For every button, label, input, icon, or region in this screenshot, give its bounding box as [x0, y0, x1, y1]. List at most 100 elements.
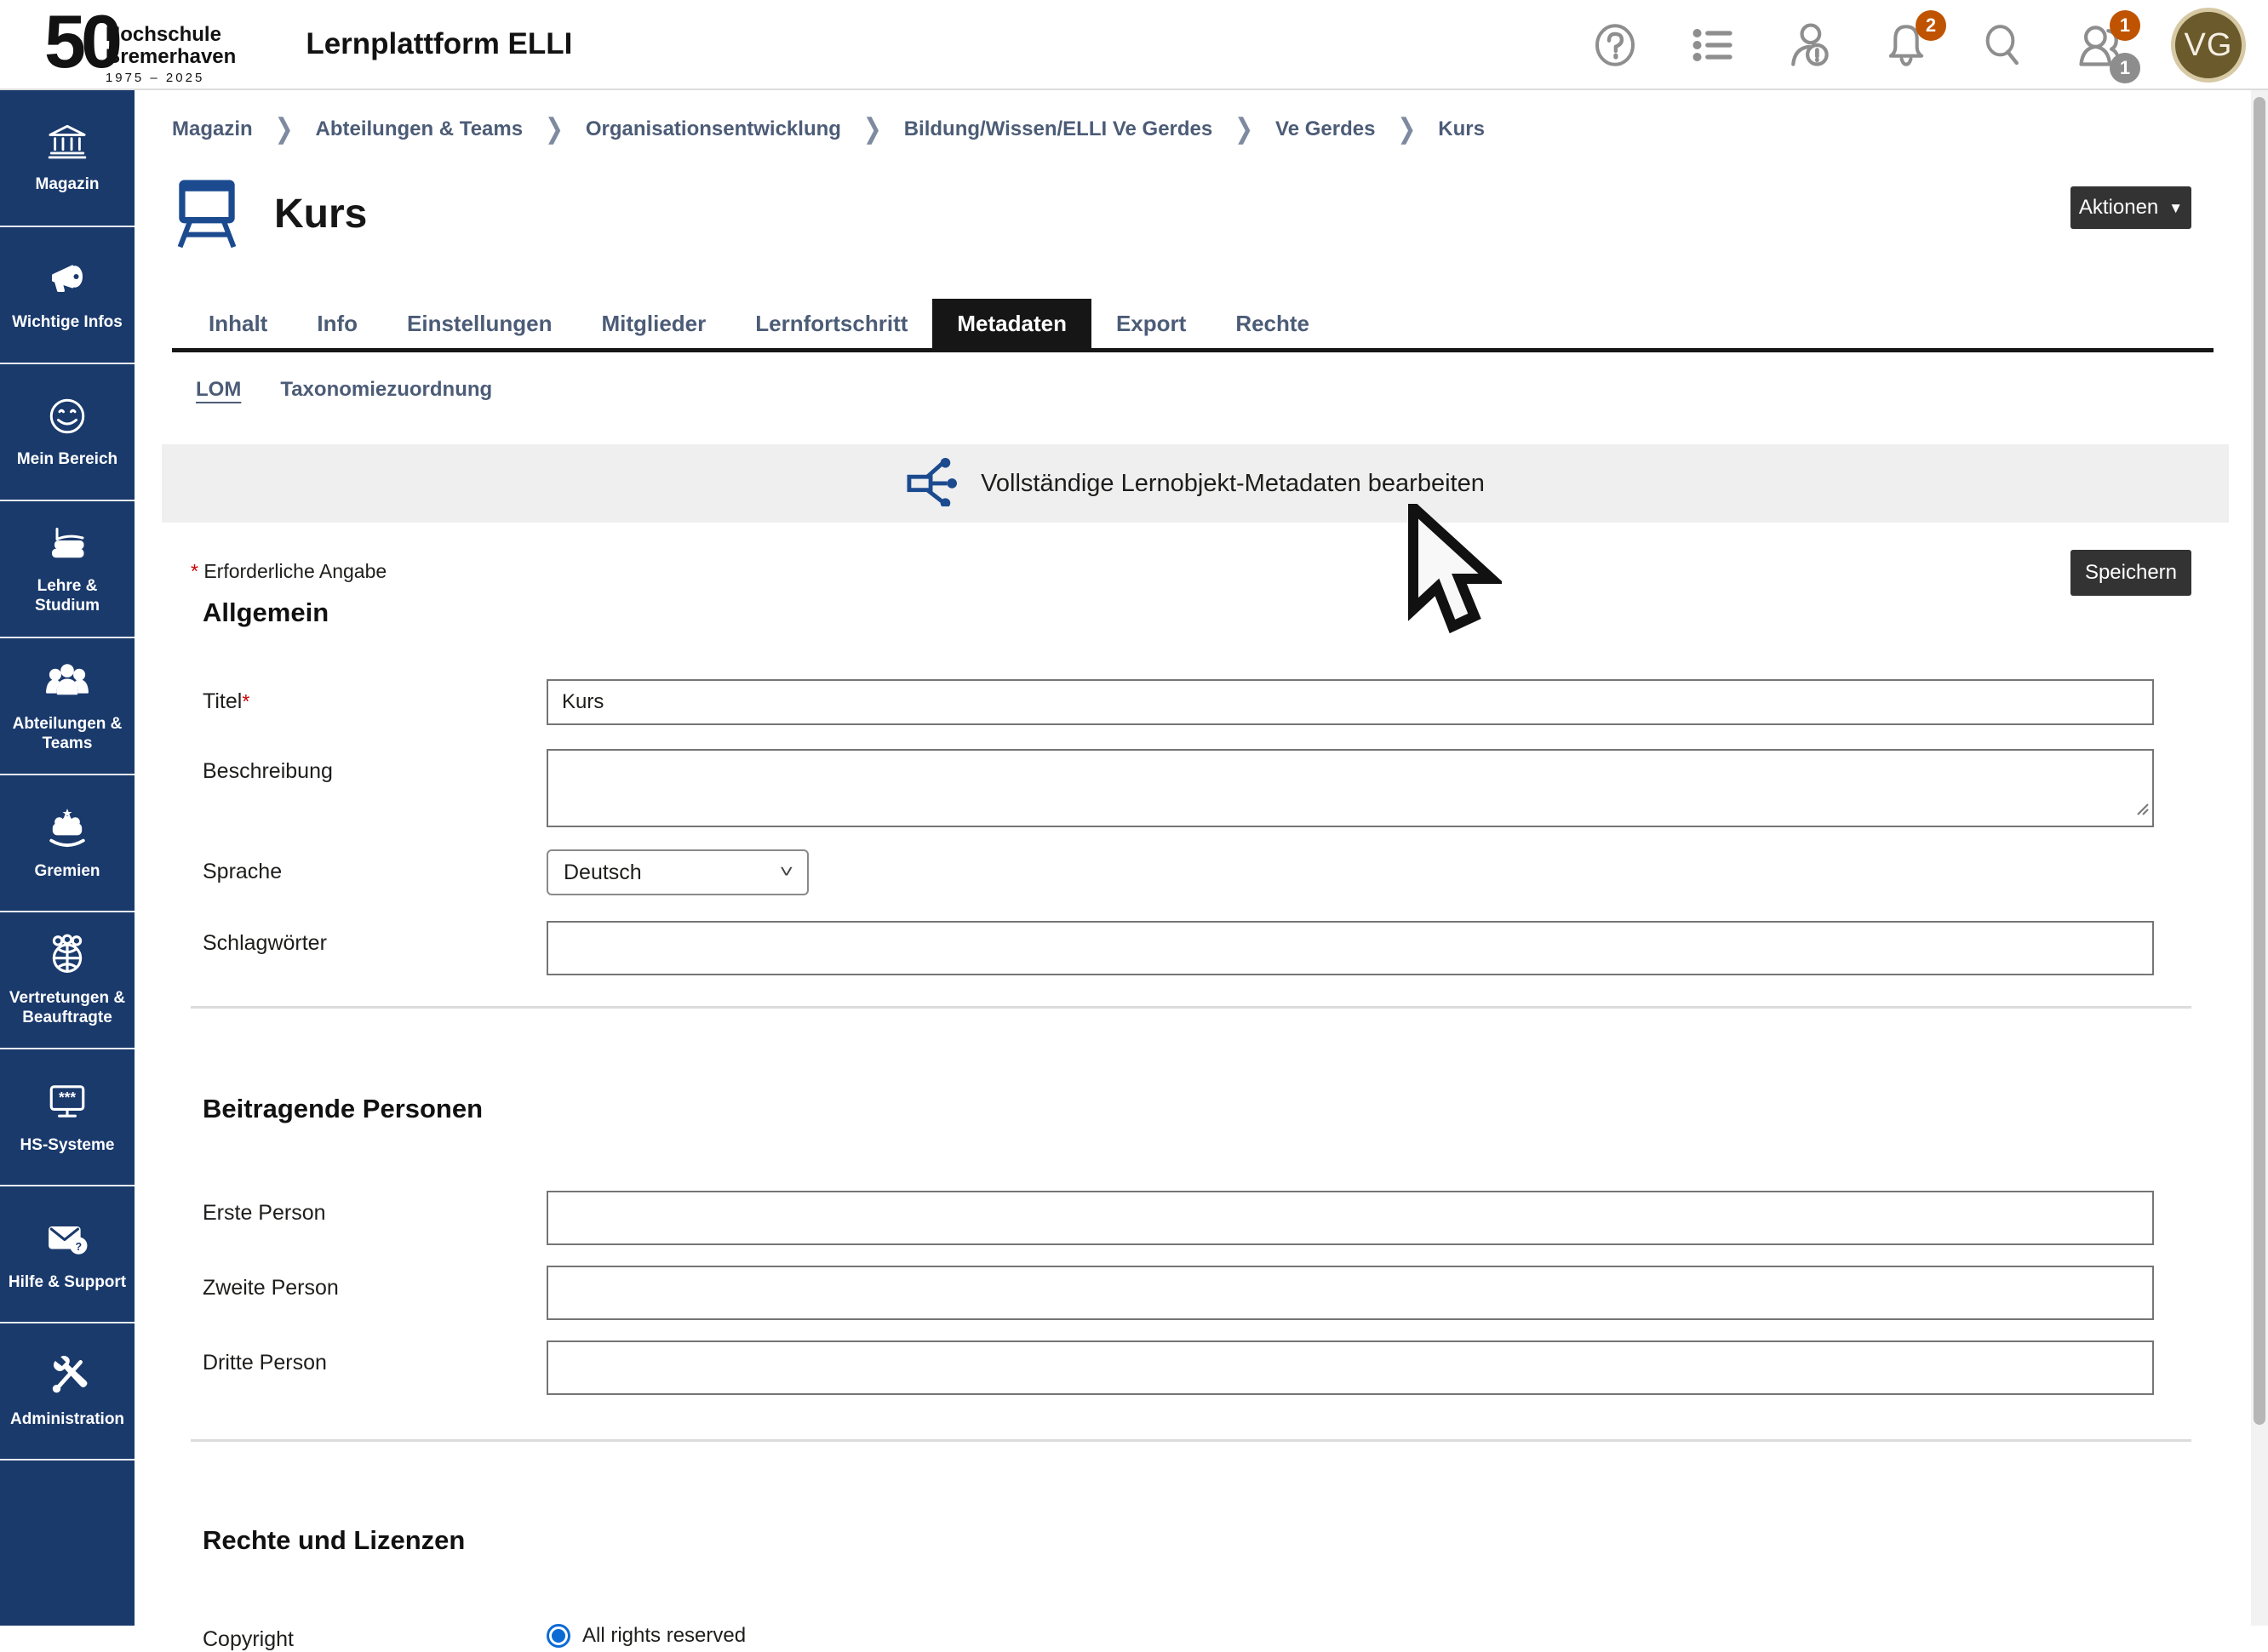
breadcrumb-item[interactable]: Magazin	[172, 117, 253, 141]
breadcrumb-item[interactable]: Ve Gerdes	[1275, 117, 1375, 141]
sidebar-item-label: Magazin	[36, 174, 100, 194]
people-group-icon	[46, 659, 89, 706]
committee-hand-icon	[46, 806, 89, 853]
breadcrumb-item-current[interactable]: Kurs	[1438, 117, 1485, 141]
actions-button[interactable]: Aktionen ▼	[2070, 186, 2191, 229]
beschreibung-textarea[interactable]	[547, 749, 2154, 827]
titel-input[interactable]	[547, 679, 2154, 725]
section-heading-rechte: Rechte und Lizenzen	[203, 1525, 2214, 1556]
sidebar-item-gremien[interactable]: Gremien	[0, 775, 135, 912]
list-icon[interactable]	[1686, 19, 1738, 71]
monitor-password-icon: ***	[46, 1080, 89, 1127]
breadcrumb-item[interactable]: Organisationsentwicklung	[586, 117, 841, 141]
chevron-right-icon: ❯	[1234, 112, 1253, 146]
erste-person-label: Erste Person	[203, 1191, 547, 1245]
sidebar-item-administration[interactable]: Administration	[0, 1323, 135, 1461]
megaphone-icon	[47, 259, 88, 304]
form-row-dritte-person: Dritte Person	[203, 1340, 2154, 1395]
erste-person-input[interactable]	[547, 1191, 2154, 1245]
tab-metadaten[interactable]: Metadaten	[932, 299, 1091, 348]
user-avatar[interactable]: VG	[2171, 8, 2246, 83]
notifications-bell-icon[interactable]: 2	[1880, 19, 1933, 71]
copyright-radio[interactable]	[547, 1624, 570, 1648]
form-row-zweite-person: Zweite Person	[203, 1266, 2154, 1320]
sidebar-item-magazin[interactable]: Magazin	[0, 90, 135, 227]
sidebar-item-vertretungen[interactable]: Vertretungen & Beauftragte	[0, 912, 135, 1049]
edit-full-metadata-label: Vollständige Lernobjekt-Metadaten bearbe…	[981, 470, 1485, 498]
sprache-label: Sprache	[203, 849, 547, 895]
chevron-right-icon: ❯	[275, 112, 294, 146]
help-icon[interactable]	[1589, 19, 1641, 71]
contacts-badge-bottom: 1	[2110, 53, 2140, 83]
form-row-beschreibung: Beschreibung	[203, 749, 2154, 827]
required-note: * Erforderliche Angabe	[191, 560, 387, 583]
tab-info[interactable]: Info	[292, 299, 382, 348]
breadcrumb-item[interactable]: Bildung/Wissen/ELLI Ve Gerdes	[904, 117, 1213, 141]
dritte-person-label: Dritte Person	[203, 1340, 547, 1395]
edit-full-metadata-banner[interactable]: Vollständige Lernobjekt-Metadaten bearbe…	[162, 444, 2229, 523]
tab-einstellungen[interactable]: Einstellungen	[382, 299, 576, 348]
app-title: Lernplattform ELLI	[306, 27, 572, 61]
copyright-option-label: All rights reserved	[582, 1624, 746, 1648]
schlagwoerter-label: Schlagwörter	[203, 921, 547, 975]
required-asterisk: *	[191, 560, 198, 582]
logo-line1: Hochschule	[106, 24, 236, 46]
sidebar-item-lehre-studium[interactable]: Lehre & Studium	[0, 501, 135, 638]
sidebar-item-label: Wichtige Infos	[12, 312, 123, 332]
resize-handle-icon[interactable]	[2134, 801, 2150, 820]
sidebar-item-label: Vertretungen & Beauftragte	[3, 988, 131, 1027]
tab-inhalt[interactable]: Inhalt	[184, 299, 292, 348]
save-button[interactable]: Speichern	[2070, 550, 2191, 596]
svg-text:?: ?	[75, 1241, 82, 1253]
titel-required-asterisk: *	[242, 690, 249, 712]
breadcrumb-item[interactable]: Abteilungen & Teams	[315, 117, 523, 141]
sidebar-item-label: Hilfe & Support	[9, 1272, 126, 1292]
contacts-icon[interactable]: 1 1	[2074, 19, 2127, 71]
page-scrollbar[interactable]	[2251, 90, 2268, 1626]
sidebar-item-wichtige-infos[interactable]: Wichtige Infos	[0, 227, 135, 364]
books-icon	[47, 523, 88, 568]
subtab-bar: LOM Taxonomiezuordnung	[172, 378, 2214, 405]
subtab-lom[interactable]: LOM	[196, 378, 241, 405]
sprache-select[interactable]: Deutsch ˅	[547, 849, 809, 895]
section-heading-allgemein: Allgemein	[203, 597, 2214, 628]
sidebar-item-label: Lehre & Studium	[3, 576, 131, 615]
svg-text:***: ***	[59, 1088, 76, 1105]
chevron-right-icon: ❯	[1397, 112, 1416, 146]
subtab-taxonomiezuordnung[interactable]: Taxonomiezuordnung	[280, 378, 492, 405]
form-row-titel: Titel*	[203, 679, 2154, 725]
zweite-person-input[interactable]	[547, 1266, 2154, 1320]
tab-export[interactable]: Export	[1091, 299, 1211, 348]
chevron-down-icon: ˅	[780, 863, 793, 883]
course-easel-icon	[174, 173, 240, 255]
sidebar-item-hs-systeme[interactable]: *** HS-Systeme	[0, 1049, 135, 1186]
sidebar-item-label: Gremien	[34, 861, 100, 881]
actions-button-label: Aktionen	[2079, 196, 2158, 220]
page-title: Kurs	[274, 191, 367, 237]
tab-rechte[interactable]: Rechte	[1211, 299, 1334, 348]
section-divider	[191, 1006, 2191, 1009]
sidebar-item-label: Administration	[10, 1409, 124, 1429]
chevron-right-icon: ❯	[545, 112, 564, 146]
caret-down-icon: ▼	[2168, 201, 2183, 215]
user-status-icon[interactable]	[1783, 19, 1836, 71]
sidebar-item-label: Abteilungen & Teams	[3, 714, 131, 753]
sidebar-filler	[0, 1461, 135, 1626]
sidebar-item-label: HS-Systeme	[20, 1135, 115, 1155]
form-row-sprache: Sprache Deutsch ˅	[203, 849, 2154, 895]
metadata-node-icon	[906, 457, 959, 511]
search-icon[interactable]	[1977, 19, 2030, 71]
form-row-erste-person: Erste Person	[203, 1191, 2154, 1245]
tab-lernfortschritt[interactable]: Lernfortschritt	[730, 299, 932, 348]
sidebar-item-abteilungen-teams[interactable]: Abteilungen & Teams	[0, 638, 135, 775]
scrollbar-thumb[interactable]	[2254, 97, 2265, 1425]
tools-icon	[46, 1354, 89, 1401]
schlagwoerter-input[interactable]	[547, 921, 2154, 975]
hochschule-bremerhaven-logo: 50 Hochschule Bremerhaven 1975 – 2025	[44, 5, 236, 83]
beschreibung-label: Beschreibung	[203, 749, 547, 827]
chevron-right-icon: ❯	[863, 112, 882, 146]
sidebar-item-mein-bereich[interactable]: Mein Bereich	[0, 364, 135, 501]
dritte-person-input[interactable]	[547, 1340, 2154, 1395]
sidebar-item-hilfe-support[interactable]: ? Hilfe & Support	[0, 1186, 135, 1323]
tab-mitglieder[interactable]: Mitglieder	[576, 299, 730, 348]
